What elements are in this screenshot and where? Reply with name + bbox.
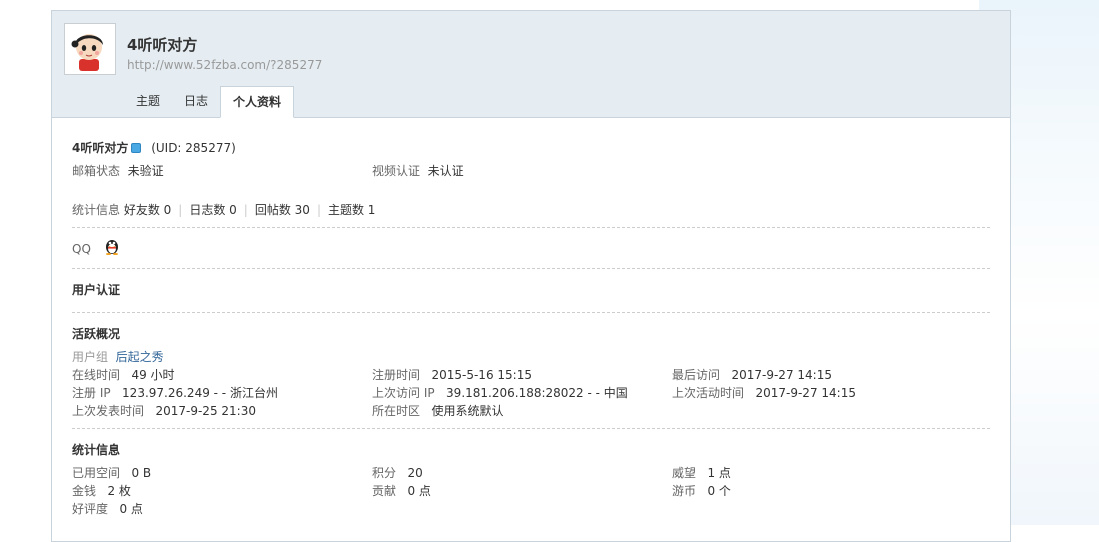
profile-tabs: 主题 日志 个人资料 [124,86,295,118]
user-verify-title: 用户认证 [72,283,121,297]
profile-username[interactable]: 4听听对方 [127,34,197,55]
money-value: 2 枚 [107,484,131,498]
tab-logs[interactable]: 日志 [172,86,220,116]
profile-header: 4听听对方 http://www.52fzba.com/?285277 主题 日… [52,11,1010,118]
stats-row-3: 好评度 0 点 [72,500,143,517]
prestige-value: 1 点 [707,466,731,480]
profile-panel: 4听听对方 http://www.52fzba.com/?285277 主题 日… [51,10,1011,542]
profile-name: 4听听对方 [72,141,129,155]
contribution-value: 0 点 [407,484,431,498]
reg-time-label: 注册时间 [372,368,421,382]
contribution-label: 贡献 [372,484,397,498]
activity-title: 活跃概况 [72,327,121,341]
qq-row: QQ [72,237,121,256]
online-time-value: 49 小时 [131,368,175,382]
divider [72,227,990,228]
qq-penguin-icon[interactable] [103,237,121,255]
last-post-value: 2017-9-25 21:30 [155,404,256,418]
online-time-label: 在线时间 [72,368,121,382]
stats-title: 统计信息 [72,443,121,457]
last-visit-value: 2017-9-27 14:15 [731,368,832,382]
divider [72,312,990,313]
uid-text: (UID: 285277) [151,141,236,155]
user-group-row: 用户组 后起之秀 [72,348,164,365]
tab-threads[interactable]: 主题 [124,86,172,116]
divider [72,268,990,269]
logs-count-link[interactable]: 日志数 0 [189,203,236,217]
last-ip-label: 上次访问 IP [372,386,435,400]
space-value: 0 B [131,466,152,480]
last-active-value: 2017-9-27 14:15 [755,386,856,400]
qq-label: QQ [72,242,91,256]
stats-summary-label: 统计信息 [72,203,121,217]
timezone-label: 所在时区 [372,404,421,418]
rating-value: 0 点 [119,502,143,516]
last-active-label: 上次活动时间 [672,386,745,400]
threads-count-link[interactable]: 主题数 1 [328,203,375,217]
prestige-label: 威望 [672,466,697,480]
divider [72,428,990,429]
friends-count-link[interactable]: 好友数 0 [124,203,171,217]
rating-label: 好评度 [72,502,109,516]
coins-label: 游币 [672,484,697,498]
timezone-value: 使用系统默认 [431,404,504,418]
reg-ip-label: 注册 IP [72,386,111,400]
last-post-label: 上次发表时间 [72,404,145,418]
user-title-row: 4听听对方 (UID: 285277) [72,139,236,156]
email-status-label: 邮箱状态 [72,164,121,178]
email-status-value: 未验证 [127,164,164,178]
reg-time-value: 2015-5-16 15:15 [431,368,532,382]
avatar[interactable] [64,23,116,75]
profile-space-url[interactable]: http://www.52fzba.com/?285277 [127,58,322,72]
avatar-cartoon-icon [66,25,112,71]
online-status-icon [131,142,142,153]
last-visit-label: 最后访问 [672,368,721,382]
reg-ip-value: 123.97.26.249 - - 浙江台州 [122,386,278,400]
replies-count-link[interactable]: 回帖数 30 [255,203,310,217]
video-verify-value: 未认证 [427,164,464,178]
points-value: 20 [407,466,423,480]
stats-summary-row: 统计信息 好友数 0 | 日志数 0 | 回帖数 30 | 主题数 1 [72,203,376,217]
space-label: 已用空间 [72,466,121,480]
coins-value: 0 个 [707,484,731,498]
points-label: 积分 [372,466,397,480]
user-group-link[interactable]: 后起之秀 [116,350,164,364]
video-verify-label: 视频认证 [372,164,421,178]
tab-profile[interactable]: 个人资料 [220,86,295,118]
last-ip-value: 39.181.206.188:28022 - - 中国 [446,386,628,400]
user-group-label: 用户组 [72,350,109,364]
money-label: 金钱 [72,484,97,498]
